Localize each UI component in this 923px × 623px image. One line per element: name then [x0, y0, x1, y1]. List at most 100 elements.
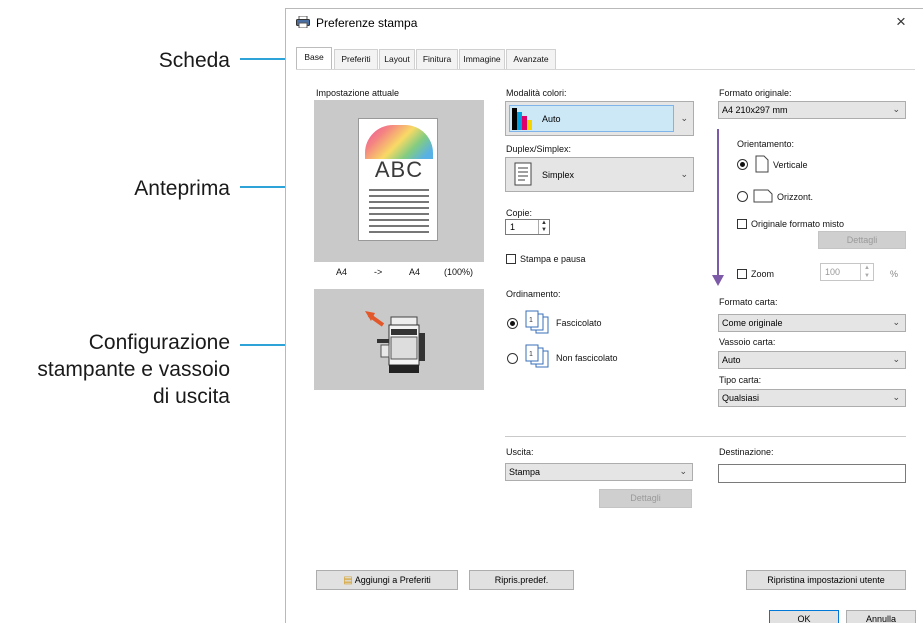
output-label: Uscita:	[506, 447, 534, 457]
orig-format-select[interactable]: A4 210x297 mm ⌄	[718, 101, 906, 119]
callout-printer-line-2: stampante e vassoio	[37, 358, 230, 381]
copies-value: 1	[510, 222, 516, 232]
tab-base[interactable]: Base	[296, 47, 332, 69]
tab-finitura[interactable]: Finitura	[416, 49, 458, 69]
paper-type-label: Tipo carta:	[719, 375, 762, 385]
orig-format-label: Formato originale:	[719, 88, 792, 98]
duplex-value: Simplex	[542, 170, 575, 180]
collated-label: Fascicolato	[556, 318, 602, 328]
preview-size-from: A4	[336, 267, 348, 277]
uncollated-label: Non fascicolato	[556, 353, 618, 363]
orig-format-value: A4 210x297 mm	[722, 105, 788, 115]
landscape-radio[interactable]	[737, 191, 748, 202]
portrait-page-icon	[755, 155, 769, 173]
svg-text:1: 1	[529, 351, 533, 358]
current-setting-label: Impostazione attuale	[316, 88, 400, 98]
close-button[interactable]: ×	[896, 12, 906, 32]
zoom-value: 100	[825, 267, 841, 277]
preview-size-to: A4	[409, 267, 421, 277]
paper-format-value: Come originale	[722, 318, 783, 328]
callout-printer-label: Configurazione stampante e vassoio di us…	[20, 329, 230, 410]
landscape-page-icon	[753, 189, 773, 203]
destination-label: Destinazione:	[719, 447, 774, 457]
tray-label: Vassoio carta:	[719, 337, 776, 347]
tab-preferiti[interactable]: Preferiti	[334, 49, 378, 69]
preview-page: ABC	[358, 118, 438, 241]
paper-type-select[interactable]: Qualsiasi ⌄	[718, 389, 906, 407]
mixed-format-checkbox[interactable]	[737, 219, 747, 229]
collated-icon: 1	[525, 310, 549, 334]
duplex-select[interactable]: Simplex ⌄	[505, 157, 694, 192]
chevron-down-icon: ⌄	[892, 353, 900, 364]
add-to-favorites-button[interactable]: ▤ Aggiungi a Preferiti	[316, 570, 458, 590]
copies-label: Copie:	[506, 208, 533, 218]
restore-default-button[interactable]: Ripris.predef.	[469, 570, 574, 590]
preview-size-arrow: ->	[374, 267, 383, 277]
preview-text-lines	[369, 189, 429, 233]
zoom-label: Zoom	[751, 269, 775, 279]
paper-format-select[interactable]: Come originale ⌄	[718, 314, 906, 332]
restore-user-settings-button[interactable]: Ripristina impostazioni utente	[746, 570, 906, 590]
tab-avanzate[interactable]: Avanzate	[506, 49, 556, 69]
output-select[interactable]: Stampa ⌄	[505, 463, 693, 481]
callout-preview-label: Anteprima	[134, 177, 230, 200]
chevron-down-icon: ⌄	[680, 112, 688, 123]
add-favorite-icon: ▤	[343, 575, 353, 586]
chevron-down-icon: ⌄	[680, 168, 688, 179]
chevron-down-icon: ⌄	[892, 103, 900, 114]
orientation-label: Orientamento:	[737, 139, 795, 149]
ok-button[interactable]: OK	[769, 610, 839, 623]
add-favorite-label: Aggiungi a Preferiti	[354, 575, 431, 585]
zoom-unit: %	[890, 269, 899, 279]
callout-printer-line-1: Configurazione	[88, 331, 230, 354]
printer-config-panel	[314, 289, 484, 390]
color-mode-value: Auto	[542, 114, 561, 124]
chevron-down-icon: ⌄	[892, 316, 900, 327]
collated-radio[interactable]	[507, 318, 518, 329]
svg-text:1: 1	[529, 317, 533, 324]
orientation-group-line	[717, 129, 719, 279]
duplex-label: Duplex/Simplex:	[506, 144, 572, 154]
color-cmyk-icon	[512, 108, 532, 130]
printer-tray-illustration	[365, 311, 425, 373]
print-preferences-dialog: Preferenze stampa × Base Preferiti Layou…	[285, 8, 923, 623]
print-pause-label: Stampa e pausa	[520, 254, 586, 264]
cancel-button[interactable]: Annulla	[846, 610, 916, 623]
mixed-format-label: Originale formato misto	[751, 219, 845, 229]
window-title: Preferenze stampa	[316, 16, 418, 30]
portrait-radio[interactable]	[737, 159, 748, 170]
printer-icon	[296, 16, 310, 28]
color-mode-select[interactable]: Auto ⌄	[505, 101, 694, 136]
preview-panel: ABC	[314, 100, 484, 262]
title-bar: Preferenze stampa ×	[286, 9, 923, 37]
destination-input[interactable]	[718, 464, 906, 483]
tray-select[interactable]: Auto ⌄	[718, 351, 906, 369]
output-value: Stampa	[509, 467, 541, 477]
callout-printer-line-3: di uscita	[152, 385, 230, 408]
tray-value: Auto	[722, 355, 741, 365]
zoom-spinner[interactable]: ▲ ▼	[860, 264, 873, 280]
output-details-button[interactable]: Dettagli	[599, 489, 692, 508]
orig-details-button[interactable]: Dettagli	[818, 231, 906, 249]
collation-label: Ordinamento:	[506, 289, 561, 299]
chevron-down-icon: ⌄	[892, 391, 900, 402]
tab-layout[interactable]: Layout	[379, 49, 415, 69]
callout-tab-label: Scheda	[158, 49, 230, 72]
portrait-label: Verticale	[773, 160, 808, 170]
uncollated-radio[interactable]	[507, 353, 518, 364]
tab-immagine[interactable]: Immagine	[459, 49, 505, 69]
uncollated-icon: 1	[525, 344, 549, 368]
copies-spinner[interactable]: ▲ ▼	[538, 220, 549, 234]
landscape-label: Orizzont.	[777, 192, 814, 202]
zoom-checkbox[interactable]	[737, 269, 747, 279]
preview-rainbow	[365, 125, 433, 159]
output-separator	[505, 436, 906, 437]
arrow-down-icon	[712, 275, 724, 286]
print-pause-checkbox[interactable]	[506, 254, 516, 264]
preview-size-percent: (100%)	[444, 267, 474, 277]
simplex-page-icon	[514, 162, 532, 186]
preview-abc-text: ABC	[374, 157, 424, 182]
paper-type-value: Qualsiasi	[722, 393, 760, 403]
chevron-down-icon: ⌄	[679, 465, 687, 476]
color-mode-label: Modalità colori:	[506, 88, 567, 98]
